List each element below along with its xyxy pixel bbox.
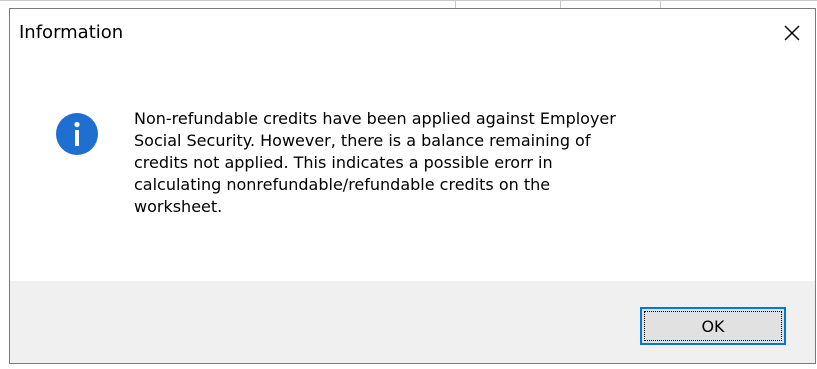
ok-button-label: OK <box>701 316 725 336</box>
dialog-content: Non-refundable credits have been applied… <box>10 57 815 281</box>
ok-button[interactable]: OK <box>640 307 786 345</box>
screen: Information Non-refundable credits have … <box>0 0 817 369</box>
title-bar[interactable]: Information <box>10 9 815 57</box>
info-icon <box>56 113 98 155</box>
close-icon <box>784 25 800 41</box>
information-dialog: Information Non-refundable credits have … <box>9 8 816 364</box>
close-button[interactable] <box>769 9 815 57</box>
background-window-edge <box>0 0 817 1</box>
background-window-divider <box>455 0 456 8</box>
dialog-message: Non-refundable credits have been applied… <box>134 109 616 216</box>
dialog-title: Information <box>19 22 124 43</box>
background-window-divider <box>560 0 561 8</box>
dialog-footer: OK <box>10 281 815 363</box>
background-window-divider <box>660 0 661 8</box>
